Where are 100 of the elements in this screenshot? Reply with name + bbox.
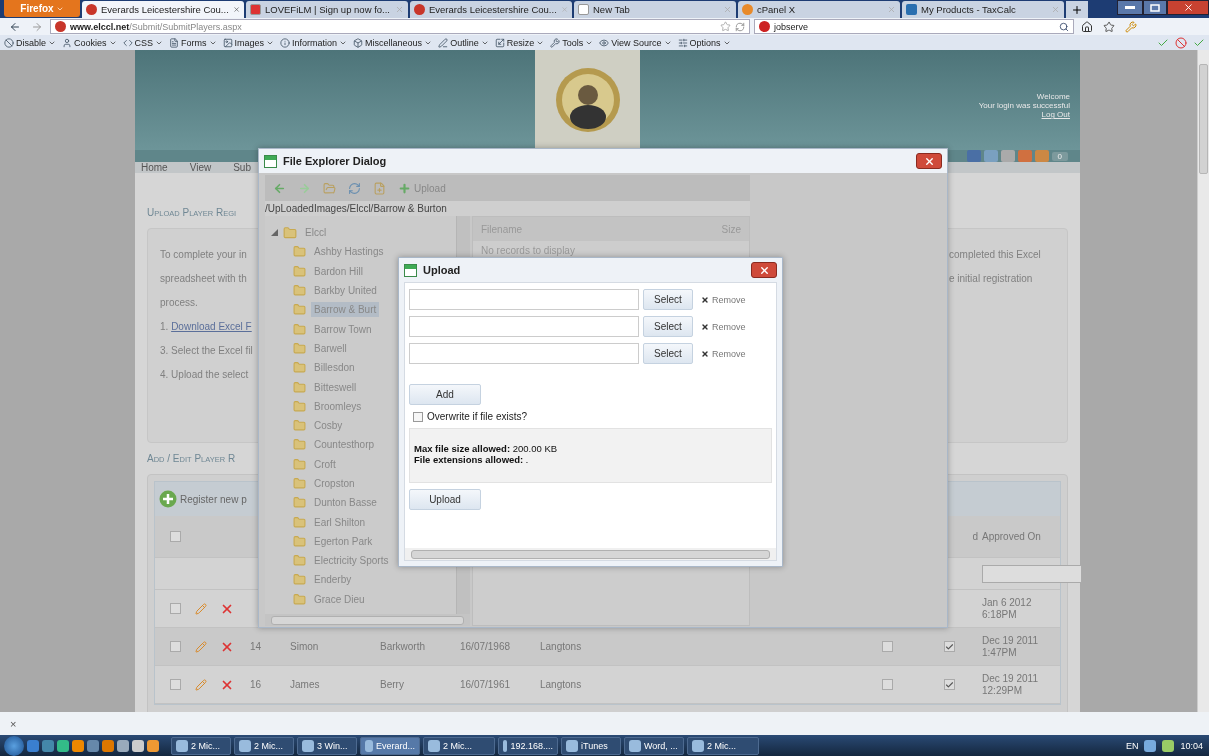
close-button[interactable] (916, 153, 942, 169)
quick-launch-icon[interactable] (87, 739, 99, 752)
address-field[interactable]: www.elccl.net/Submit/SubmitPlayers.aspx (50, 19, 750, 34)
refresh-button[interactable] (348, 181, 361, 195)
bookmarks-button[interactable] (1100, 19, 1118, 34)
select-all-checkbox[interactable] (169, 531, 181, 542)
taskbar-button[interactable]: 2 Mic... (423, 736, 495, 755)
browser-tab[interactable]: LOVEFiLM | Sign up now fo... (246, 1, 408, 18)
toolbar-menu[interactable]: Forms (169, 37, 217, 48)
row-checkbox[interactable] (169, 603, 181, 614)
close-icon[interactable] (1051, 5, 1060, 14)
taskbar-button[interactable]: 3 Win... (297, 736, 357, 755)
toolbar-menu[interactable]: Options (677, 37, 731, 48)
search-icon[interactable] (1059, 21, 1069, 32)
taskbar-button[interactable]: Word, ... (624, 736, 684, 755)
toolbar-menu[interactable]: Disable (4, 37, 56, 48)
toolbar-menu[interactable]: View Source (599, 37, 672, 48)
quick-launch-icon[interactable] (57, 739, 69, 752)
social-icon[interactable] (966, 150, 981, 162)
file-field[interactable] (409, 289, 639, 310)
back-button[interactable] (273, 181, 286, 195)
select-button[interactable]: Select (643, 316, 693, 337)
toolbar-menu[interactable]: CSS (122, 37, 164, 48)
browser-tab[interactable]: Everards Leicestershire Cou... (410, 1, 572, 18)
remove-icon (701, 295, 709, 304)
toolbar-menu[interactable]: Cookies (62, 37, 117, 48)
nav-link[interactable]: Sub (233, 162, 251, 173)
browser-tab[interactable]: My Products - TaxCalc (902, 1, 1064, 18)
scrollbar[interactable] (405, 548, 776, 560)
nav-link[interactable]: Home (141, 162, 168, 173)
file-field[interactable] (409, 316, 639, 337)
taskbar-button[interactable]: Everard... (360, 736, 420, 755)
upload-button[interactable]: Upload (409, 489, 481, 510)
close-icon[interactable] (887, 5, 896, 14)
register-button[interactable]: Register new p (159, 490, 247, 508)
quick-launch-icon[interactable] (147, 739, 159, 752)
row-checkbox[interactable] (169, 641, 181, 652)
minimize-button[interactable] (1117, 0, 1143, 15)
star-icon[interactable] (720, 21, 731, 32)
add-button[interactable]: Add (409, 384, 481, 405)
taskbar-button[interactable]: 2 Mic... (687, 736, 759, 755)
close-button[interactable]: × (10, 717, 17, 730)
instruction-text: e initial registration (949, 273, 1034, 284)
scrollbar[interactable] (1197, 50, 1209, 712)
nav-link[interactable]: View (189, 162, 212, 173)
social-icon[interactable] (1034, 150, 1049, 162)
remove-button[interactable]: Remove (697, 294, 746, 305)
language-indicator[interactable]: EN (1125, 740, 1139, 751)
close-icon[interactable] (232, 5, 240, 14)
select-button[interactable]: Select (643, 343, 693, 364)
edit-icon[interactable] (195, 678, 207, 691)
taskbar-button[interactable]: iTunes (561, 736, 621, 755)
new-tab-button[interactable] (1066, 1, 1088, 18)
select-button[interactable]: Select (643, 289, 693, 310)
taskbar-button[interactable]: 2 Mic... (234, 736, 294, 755)
browser-tab[interactable]: New Tab (574, 1, 736, 18)
open-folder-button[interactable] (323, 181, 336, 195)
file-field[interactable] (409, 343, 639, 364)
forward-button[interactable] (298, 181, 311, 195)
close-button[interactable] (1167, 0, 1209, 15)
row-checkbox[interactable] (169, 679, 181, 690)
social-icon[interactable] (1000, 150, 1015, 162)
social-icon[interactable] (983, 150, 998, 162)
overwrite-checkbox[interactable]: Overwrite if file exists? (413, 411, 772, 422)
quick-launch-icon[interactable] (132, 739, 144, 752)
filter-field[interactable] (982, 564, 1082, 583)
taskbar-button[interactable]: 192.168.... (498, 736, 558, 755)
social-icon[interactable] (1017, 150, 1032, 162)
start-button[interactable] (4, 735, 24, 756)
browser-tab[interactable]: cPanel X (738, 1, 900, 18)
new-file-button[interactable] (373, 181, 386, 195)
remove-button[interactable]: Remove (697, 348, 746, 359)
reload-icon[interactable] (735, 21, 745, 32)
close-icon[interactable] (723, 5, 732, 14)
search-field[interactable]: jobserve (754, 19, 1074, 34)
edit-icon[interactable] (195, 640, 207, 653)
remove-button[interactable]: Remove (697, 321, 746, 332)
taskbar-button[interactable]: 2 Mic... (171, 736, 231, 755)
welcome-text: Welcome (1036, 92, 1070, 101)
quick-launch-icon[interactable] (102, 739, 114, 752)
toolbar-menu[interactable]: Resize (494, 37, 545, 48)
maximize-button[interactable] (1143, 0, 1167, 15)
edit-icon[interactable] (195, 602, 207, 615)
toolbar-menu[interactable]: Outline (438, 37, 489, 48)
tray-icon[interactable] (1162, 739, 1175, 752)
close-icon[interactable] (560, 5, 568, 14)
browser-tab[interactable]: Everards Leicestershire Cou... (82, 1, 244, 18)
toolbar-menu[interactable]: Tools (550, 37, 594, 48)
tray-icon[interactable] (1144, 739, 1157, 752)
close-icon (758, 264, 770, 276)
close-button[interactable] (751, 262, 777, 278)
folder-icon (293, 284, 306, 298)
toolbar-menu[interactable]: Information (280, 37, 348, 48)
scrollbar[interactable] (265, 614, 470, 626)
quick-launch-icon[interactable] (42, 739, 54, 752)
quick-launch-icon[interactable] (117, 739, 129, 752)
toolbar-menu[interactable]: Images (222, 37, 275, 48)
close-icon[interactable] (395, 5, 404, 14)
quick-launch-icon[interactable] (72, 739, 84, 752)
toolbar-menu[interactable]: Miscellaneous (353, 37, 433, 48)
